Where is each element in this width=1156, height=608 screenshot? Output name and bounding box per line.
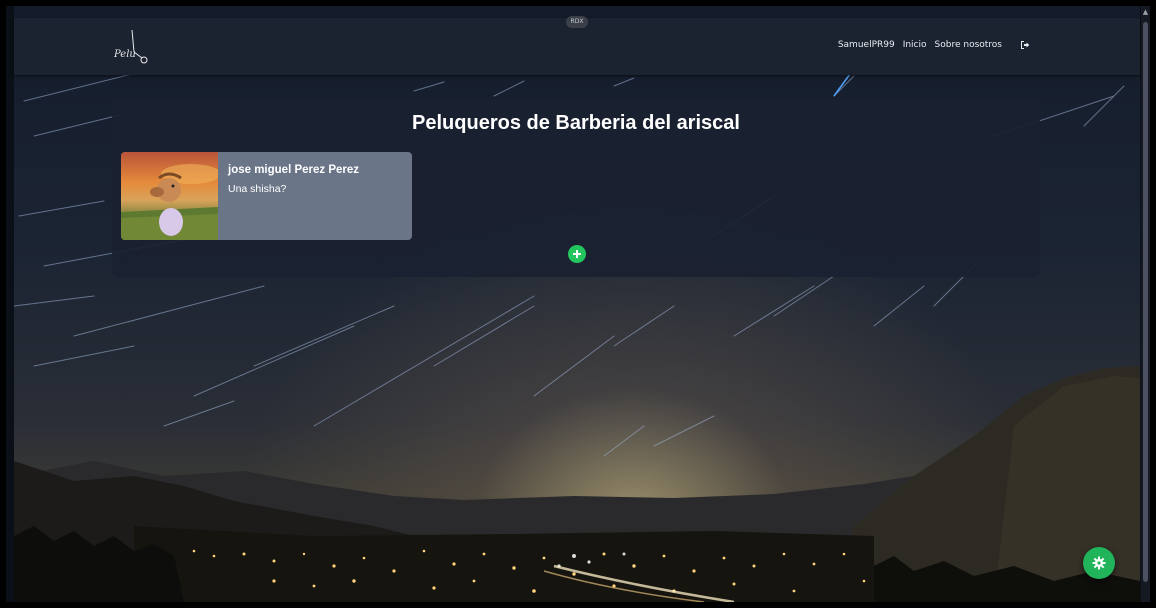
plus-icon [573, 250, 581, 258]
gear-icon [1092, 556, 1106, 570]
logout-icon[interactable] [1020, 40, 1030, 50]
nav-link-sobre-nosotros[interactable]: Sobre nosotros [935, 40, 1002, 50]
barbers-panel: Peluqueros de Barberia del ariscal jose … [112, 99, 1040, 277]
site-logo[interactable]: Pelu [114, 28, 154, 68]
scissors-icon [131, 29, 148, 64]
nav-links: SamuelPR99 Inicio Sobre nosotros [838, 40, 1030, 50]
nav-link-inicio[interactable]: Inicio [903, 40, 927, 50]
page-title: Peluqueros de Barberia del ariscal [412, 112, 740, 134]
add-barber-button[interactable] [568, 245, 586, 263]
nav-username[interactable]: SamuelPR99 [838, 40, 895, 50]
barber-name: jose miguel Perez Perez [228, 164, 360, 176]
background-night-sky [14, 6, 1140, 602]
page-scrollbar[interactable]: ▲ [1141, 6, 1150, 602]
browser-viewport: RDX Pelu SamuelPR99 Inicio Sobre nosotro… [6, 6, 1150, 602]
barber-info: jose miguel Perez Perez Una shisha? [218, 152, 369, 240]
logo-text: Pelu [114, 49, 136, 60]
barber-photo [121, 152, 218, 240]
barber-card[interactable]: jose miguel Perez Perez Una shisha? [121, 152, 412, 240]
barber-avatar-image [121, 164, 218, 240]
top-badge: RDX [566, 16, 588, 28]
barber-description: Una shisha? [228, 183, 287, 195]
settings-button[interactable] [1083, 547, 1115, 579]
scroll-thumb[interactable] [1143, 22, 1148, 582]
scroll-up-arrow-icon[interactable]: ▲ [1142, 8, 1149, 16]
background-landscape [14, 65, 1140, 602]
